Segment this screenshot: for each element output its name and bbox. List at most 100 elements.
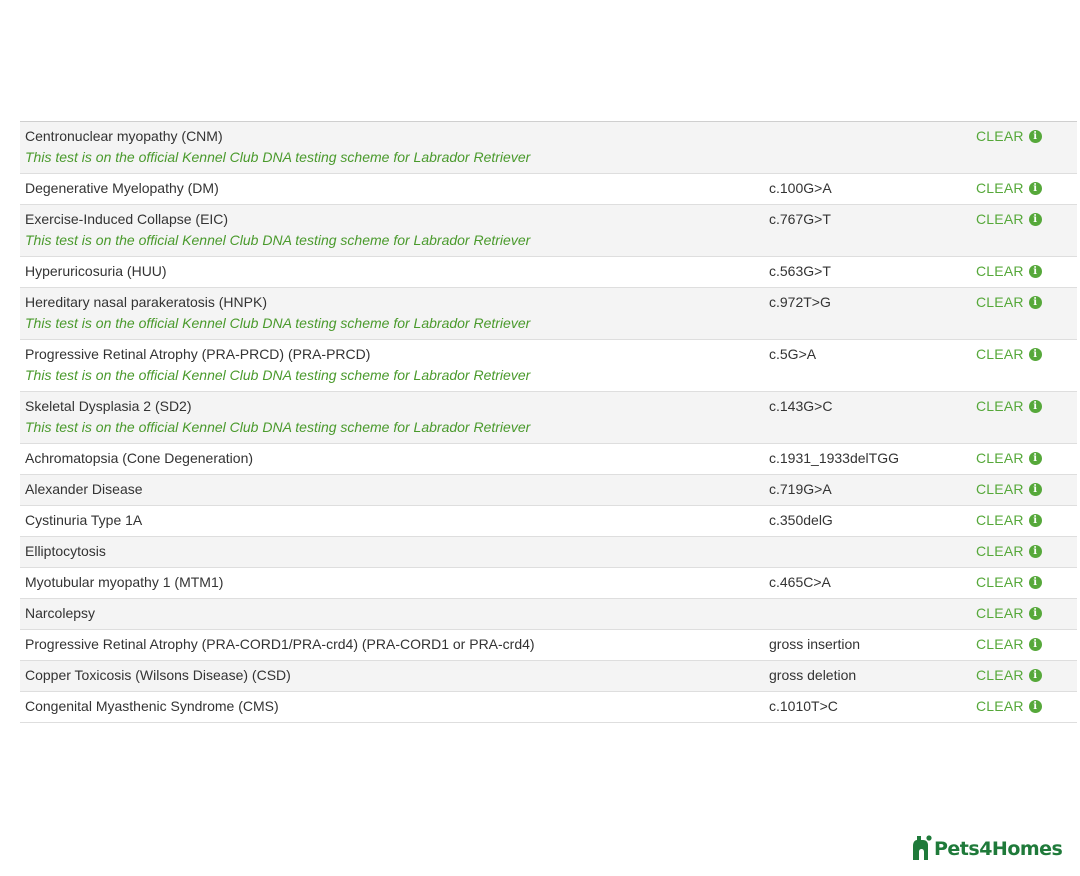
table-row: Hereditary nasal parakeratosis (HNPK) Thi…: [20, 287, 1077, 340]
info-icon[interactable]: i: [1028, 576, 1042, 589]
result-label: CLEAR: [976, 543, 1024, 559]
table-row: Copper Toxicosis (Wilsons Disease) (CSD)…: [20, 660, 1077, 692]
variant-cell: c.972T>G: [769, 294, 831, 310]
info-icon[interactable]: i: [1028, 669, 1042, 682]
info-icon[interactable]: i: [1028, 213, 1042, 226]
info-icon[interactable]: i: [1028, 348, 1042, 361]
info-icon[interactable]: i: [1028, 265, 1042, 278]
info-icon[interactable]: i: [1028, 483, 1042, 496]
variant-cell: c.1010T>C: [769, 698, 838, 714]
table-row: Degenerative Myelopathy (DM) c.100G>A CLEA…: [20, 173, 1077, 205]
variant-cell: [764, 599, 971, 630]
result-label: CLEAR: [976, 481, 1024, 497]
kennel-club-scheme-note: This test is on the official Kennel Club…: [25, 232, 531, 248]
result-status: CLEAR i: [976, 543, 1042, 560]
info-icon[interactable]: i: [1028, 182, 1042, 195]
result-cell: CLEAR i: [971, 599, 1077, 630]
table-row: Centronuclear myopathy (CNM) This test is…: [20, 121, 1077, 174]
table-row: Alexander Disease c.719G>A CLEAR i: [20, 474, 1077, 506]
result-cell: CLEAR i: [971, 122, 1077, 174]
result-cell: CLEAR i: [971, 205, 1077, 257]
result-cell: CLEAR i: [971, 475, 1077, 506]
variant-cell: [764, 122, 971, 174]
test-cell: Exercise-Induced Collapse (EIC) This test…: [20, 205, 764, 257]
test-cell: Alexander Disease: [20, 475, 764, 506]
table-row: Progressive Retinal Atrophy (PRA-CORD1/P…: [20, 629, 1077, 661]
brand-logo[interactable]: Pets4Homes: [911, 834, 1063, 860]
result-status: CLEAR i: [976, 398, 1042, 415]
test-name: Centronuclear myopathy (CNM): [25, 128, 223, 144]
result-cell: CLEAR i: [971, 537, 1077, 568]
test-name: Copper Toxicosis (Wilsons Disease) (CSD): [25, 667, 291, 683]
test-name: Hyperuricosuria (HUU): [25, 263, 167, 279]
result-cell: CLEAR i: [971, 506, 1077, 537]
variant-cell: c.143G>C: [769, 398, 833, 414]
table-row: Narcolepsy CLEAR i: [20, 598, 1077, 630]
result-status: CLEAR i: [976, 636, 1042, 653]
result-label: CLEAR: [976, 605, 1024, 621]
kennel-club-scheme-note: This test is on the official Kennel Club…: [25, 419, 531, 435]
test-name: Exercise-Induced Collapse (EIC): [25, 211, 229, 227]
result-status: CLEAR i: [976, 512, 1042, 529]
variant-cell: [764, 537, 971, 568]
test-name: Progressive Retinal Atrophy (PRA-PRCD) (…: [25, 346, 371, 362]
kennel-club-scheme-note: This test is on the official Kennel Club…: [25, 367, 531, 383]
result-status: CLEAR i: [976, 605, 1042, 622]
test-cell: Copper Toxicosis (Wilsons Disease) (CSD): [20, 661, 764, 692]
result-label: CLEAR: [976, 128, 1024, 144]
test-name: Skeletal Dysplasia 2 (SD2): [25, 398, 192, 414]
result-cell: CLEAR i: [971, 392, 1077, 444]
variant-cell: c.1931_1933delTGG: [769, 450, 899, 466]
table-row: Progressive Retinal Atrophy (PRA-PRCD) (…: [20, 339, 1077, 392]
table-row: Myotubular myopathy 1 (MTM1) c.465C>A CLEA…: [20, 567, 1077, 599]
info-icon[interactable]: i: [1028, 607, 1042, 620]
result-label: CLEAR: [976, 450, 1024, 466]
test-cell: Degenerative Myelopathy (DM): [20, 174, 764, 205]
info-icon[interactable]: i: [1028, 638, 1042, 651]
result-status: CLEAR i: [976, 294, 1042, 311]
result-label: CLEAR: [976, 211, 1024, 227]
result-status: CLEAR i: [976, 180, 1042, 197]
variant-cell: gross insertion: [769, 636, 861, 652]
result-label: CLEAR: [976, 698, 1024, 714]
result-cell: CLEAR i: [971, 257, 1077, 288]
result-status: CLEAR i: [976, 481, 1042, 498]
result-label: CLEAR: [976, 574, 1024, 590]
results-body: Centronuclear myopathy (CNM) This test is…: [20, 121, 1077, 723]
variant-cell: c.719G>A: [769, 481, 832, 497]
test-name: Narcolepsy: [25, 605, 96, 621]
variant-cell: c.100G>A: [769, 180, 832, 196]
info-icon[interactable]: i: [1028, 130, 1042, 143]
result-cell: CLEAR i: [971, 568, 1077, 599]
test-cell: Achromatopsia (Cone Degeneration): [20, 444, 764, 475]
result-status: CLEAR i: [976, 667, 1042, 684]
table-row: Cystinuria Type 1A c.350delG CLEAR i: [20, 505, 1077, 537]
test-cell: Elliptocytosis: [20, 537, 764, 568]
result-cell: CLEAR i: [971, 630, 1077, 661]
result-label: CLEAR: [976, 294, 1024, 310]
result-label: CLEAR: [976, 263, 1024, 279]
result-label: CLEAR: [976, 667, 1024, 683]
variant-cell: gross deletion: [769, 667, 857, 683]
info-icon[interactable]: i: [1028, 452, 1042, 465]
result-cell: CLEAR i: [971, 692, 1077, 723]
info-icon[interactable]: i: [1028, 400, 1042, 413]
table-row: Hyperuricosuria (HUU) c.563G>T CLEAR i: [20, 256, 1077, 288]
info-icon[interactable]: i: [1028, 545, 1042, 558]
test-name: Alexander Disease: [25, 481, 143, 497]
variant-cell: c.5G>A: [769, 346, 817, 362]
result-status: CLEAR i: [976, 574, 1042, 591]
test-name: Cystinuria Type 1A: [25, 512, 143, 528]
variant-cell: c.465C>A: [769, 574, 831, 590]
result-status: CLEAR i: [976, 698, 1042, 715]
variant-cell: c.563G>T: [769, 263, 831, 279]
info-icon[interactable]: i: [1028, 700, 1042, 713]
info-icon[interactable]: i: [1028, 514, 1042, 527]
table-row: Congenital Myasthenic Syndrome (CMS) c.10…: [20, 691, 1077, 723]
result-status: CLEAR i: [976, 450, 1042, 467]
table-row: Skeletal Dysplasia 2 (SD2) This test is o…: [20, 391, 1077, 444]
result-label: CLEAR: [976, 636, 1024, 652]
info-icon[interactable]: i: [1028, 296, 1042, 309]
dna-results-table: Centronuclear myopathy (CNM) This test is…: [20, 121, 1077, 723]
pets4homes-logo-icon: [913, 835, 932, 860]
